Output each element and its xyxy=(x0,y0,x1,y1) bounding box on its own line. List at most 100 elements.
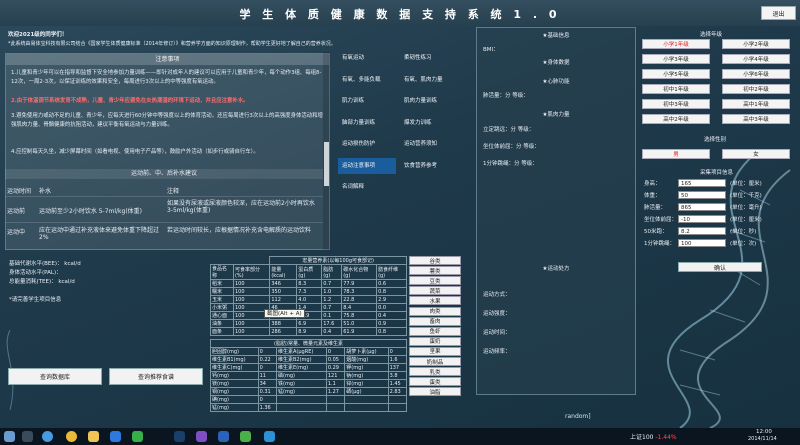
table-cell: 0.22 xyxy=(257,355,278,364)
menu-item[interactable]: 饮食营养参考 xyxy=(400,158,458,174)
table-cell: 糯米 xyxy=(210,287,234,296)
scroll-thumb[interactable] xyxy=(324,142,329,186)
column-header: 膳食纤维(g) xyxy=(376,264,407,280)
gender-male-button[interactable]: 男 xyxy=(642,149,710,159)
menu-item[interactable]: 名词解释 xyxy=(338,179,396,195)
menu-item[interactable]: 肌肉力量训练 xyxy=(400,93,458,109)
food-category-button[interactable]: 肉类 xyxy=(409,306,461,316)
pal-label: 身体活动水平(PAL)： xyxy=(9,270,62,276)
exit-button[interactable]: 退出 xyxy=(761,6,796,20)
food-category-button[interactable]: 薯类 xyxy=(409,266,461,276)
table-row: 铜(mg) 0.31 锰(mg) 1.27 硒(μg) 2.83 xyxy=(210,387,408,396)
table-cell: 8.9 xyxy=(296,327,323,336)
query-recipe-button[interactable]: 查询推荐食谱 xyxy=(109,368,203,385)
grade-button[interactable]: 小学6年级 xyxy=(722,69,790,79)
grade-button[interactable]: 初中3年级 xyxy=(642,99,710,109)
stock-ticker: 上证100 -1.44% xyxy=(630,432,677,441)
menu-item[interactable]: 柔韧性练习 xyxy=(400,50,458,66)
food-category-button[interactable]: 蛋奶 xyxy=(409,336,461,346)
photoshop-icon[interactable] xyxy=(174,431,185,442)
grade-button[interactable]: 小学3年级 xyxy=(642,54,710,64)
food-category-button[interactable]: 豆类 xyxy=(409,276,461,286)
table-cell: 锰(mg) xyxy=(276,387,327,396)
menu-item[interactable]: 有氧、多能负载 xyxy=(338,72,396,88)
notice-paragraph-2: 2.由于体温调节系统发育不成熟，儿童、青少年应避免在炎热潮湿的环境下运动，并且应… xyxy=(11,98,249,104)
browser-icon[interactable] xyxy=(42,431,53,442)
table-cell: 0.4 xyxy=(376,311,407,320)
app-running-icon[interactable] xyxy=(264,431,275,442)
field-input[interactable]: -10 xyxy=(678,215,726,223)
table-row[interactable]: 油条 100 388 6.9 17.6 51.0 0.9 xyxy=(210,319,407,328)
confirm-button[interactable]: 确认 xyxy=(678,262,762,272)
table-cell: 100 xyxy=(232,327,271,336)
food-category-button[interactable]: 蔬菜 xyxy=(409,286,461,296)
table-cell xyxy=(276,403,327,412)
menu-item[interactable]: 有氧、肌肉力量 xyxy=(400,72,458,88)
menu-item[interactable]: 有氧运动 xyxy=(338,50,396,66)
table-row[interactable]: 面条 100 286 8.9 0.4 61.9 0.8 xyxy=(210,327,407,336)
cardio-heading: ★心肺功能 xyxy=(542,79,570,85)
search-icon[interactable] xyxy=(22,431,33,442)
app-blue-icon[interactable] xyxy=(218,431,229,442)
food-category-button[interactable]: 坚果 xyxy=(409,346,461,356)
table-row[interactable]: 通心面10035111.90.175.80.4 xyxy=(210,311,407,320)
grade-button[interactable]: 高中1年级 xyxy=(722,99,790,109)
app-u-icon[interactable] xyxy=(110,431,121,442)
table-row[interactable]: 小米粥 100 46 1.4 0.7 8.4 0.0 xyxy=(210,303,407,312)
field-input[interactable]: 100 xyxy=(678,239,726,247)
table-row[interactable]: 稻米 100 346 8.3 0.7 77.9 0.6 xyxy=(210,279,407,288)
menu-item[interactable]: 运动注意事项 xyxy=(338,157,396,174)
grade-button[interactable]: 小学2年级 xyxy=(722,39,790,49)
grade-button[interactable]: 小学5年级 xyxy=(642,69,710,79)
food-category-button[interactable]: 奶制品 xyxy=(409,357,461,366)
table-cell: 2.83 xyxy=(387,387,408,396)
flex-score: 坐位体前屈：分 等级： xyxy=(483,144,540,150)
col-note: 注释 xyxy=(167,188,180,195)
table-cell: 0.05 xyxy=(325,355,346,364)
menu-item[interactable]: 爆发力训练 xyxy=(400,115,458,131)
clock-date: 2014/11/14 xyxy=(748,436,777,442)
menu-item[interactable]: 运动营养须知 xyxy=(400,136,458,152)
grade-button[interactable]: 小学1年级 xyxy=(642,39,710,49)
field-input[interactable]: 8.2 xyxy=(678,227,726,235)
notice-paragraph-3: 3.避免使用力或动不足的儿童、青少年，应每天进行60分钟中等强度以上的体育活动，… xyxy=(11,113,323,128)
field-input[interactable]: 50 xyxy=(678,191,726,199)
field-label: 肺活量： xyxy=(644,205,667,211)
table-cell: 钙(mg) xyxy=(210,371,259,380)
query-database-button[interactable]: 查询数据库 xyxy=(8,368,102,385)
vs-icon[interactable] xyxy=(196,431,207,442)
food-category-button[interactable]: 谷类 xyxy=(409,256,461,265)
food-category-button[interactable]: 油脂 xyxy=(409,387,461,397)
gender-female-button[interactable]: 女 xyxy=(722,149,790,159)
field-input[interactable]: 165 xyxy=(678,179,726,187)
folder-icon[interactable] xyxy=(88,431,99,442)
grade-button[interactable]: 初中1年级 xyxy=(642,84,710,94)
grade-button[interactable]: 高中3年级 xyxy=(722,114,790,124)
food-category-button[interactable]: 蛋类 xyxy=(409,377,461,387)
menu-item[interactable]: 脑部力量训练 xyxy=(338,115,396,131)
notice-scrollbar[interactable] xyxy=(323,52,330,250)
table-cell: 121 xyxy=(325,371,346,380)
field-input[interactable]: 865 xyxy=(678,203,726,211)
food-category-button[interactable]: 乳类 xyxy=(409,367,461,377)
menu-item[interactable]: 肌力训练 xyxy=(338,93,396,109)
food-category-button[interactable]: 鱼虾 xyxy=(409,326,461,336)
jump-score: 立定跳远：分 等级： xyxy=(483,127,535,133)
grade-button[interactable]: 小学4年级 xyxy=(722,54,790,64)
grade-button[interactable]: 高中2年级 xyxy=(642,114,710,124)
table-row[interactable]: 糯米 100 350 7.3 1.0 78.3 0.8 xyxy=(210,287,407,296)
menu-item[interactable]: 运动损伤防护 xyxy=(338,136,396,152)
table-cell: 3.8 xyxy=(387,371,408,380)
table-cell: 磷(mg) xyxy=(276,371,327,380)
start-icon[interactable] xyxy=(4,431,15,442)
table-row[interactable]: 玉米 100 112 4.0 1.2 22.8 2.9 xyxy=(210,295,407,304)
column-header: 能量(kcal) xyxy=(269,264,298,280)
grade-grid: 小学1年级 小学2年级小学3年级 小学4年级小学5年级 小学6年级初中1年级 初中2年级… xyxy=(642,39,798,134)
table-cell: 22.8 xyxy=(341,295,378,304)
wechat-icon[interactable] xyxy=(132,431,143,442)
food-category-button[interactable]: 畜肉 xyxy=(409,316,461,326)
grade-button[interactable]: 初中2年级 xyxy=(722,84,790,94)
food-category-button[interactable]: 水果 xyxy=(409,296,461,306)
app-green-icon[interactable] xyxy=(240,431,251,442)
chrome-icon[interactable] xyxy=(66,431,77,442)
